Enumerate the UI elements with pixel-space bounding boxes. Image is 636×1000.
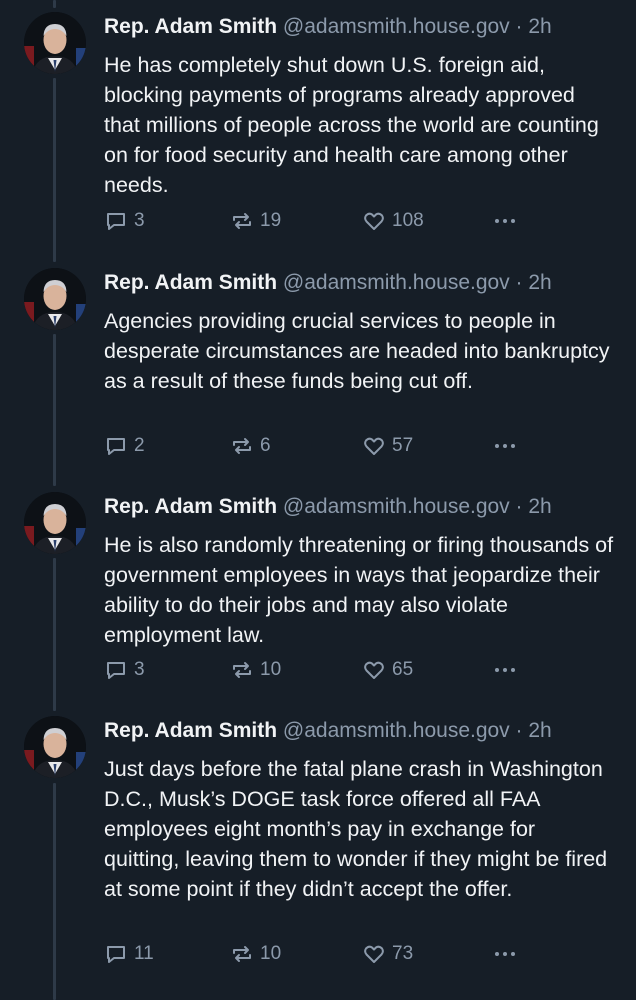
author-handle[interactable]: @adamsmith.house.gov — [283, 495, 510, 518]
avatar-portrait — [24, 492, 86, 554]
author-name[interactable]: Rep. Adam Smith — [104, 15, 277, 38]
reply-count: 3 — [134, 210, 145, 231]
repost-arrows-icon — [233, 662, 251, 678]
heart-icon — [364, 437, 384, 455]
ellipsis-icon — [495, 444, 515, 448]
like-count: 57 — [392, 435, 414, 456]
thread-line — [53, 0, 56, 8]
more-options-button[interactable] — [492, 940, 524, 968]
post[interactable]: Rep. Adam Smith @adamsmith.house.gov · 2… — [0, 492, 636, 702]
reply-button[interactable]: 3 — [104, 207, 145, 235]
reply-count: 11 — [134, 943, 154, 964]
post-actions: 3 10 65 — [104, 656, 524, 684]
reply-button[interactable]: 2 — [104, 432, 145, 460]
avatar[interactable] — [24, 492, 86, 554]
repost-count: 10 — [260, 943, 282, 964]
repost-arrows-icon — [233, 946, 251, 962]
avatar[interactable] — [24, 12, 86, 74]
author-name[interactable]: Rep. Adam Smith — [104, 495, 277, 518]
heart-icon — [364, 945, 384, 963]
post[interactable]: Rep. Adam Smith @adamsmith.house.gov · 2… — [0, 12, 636, 244]
more-options-button[interactable] — [492, 656, 524, 684]
repost-button[interactable]: 10 — [230, 656, 281, 684]
post-actions: 3 19 108 — [104, 207, 524, 235]
post-actions: 2 6 57 — [104, 432, 524, 460]
reply-button[interactable]: 3 — [104, 656, 145, 684]
post[interactable]: Rep. Adam Smith @adamsmith.house.gov · 2… — [0, 716, 636, 986]
like-count: 65 — [392, 659, 414, 680]
author-handle[interactable]: @adamsmith.house.gov — [283, 271, 510, 294]
heart-icon — [364, 661, 384, 679]
post-header: Rep. Adam Smith @adamsmith.house.gov · 2… — [104, 718, 552, 744]
repost-count: 6 — [260, 435, 271, 456]
author-handle[interactable]: @adamsmith.house.gov — [283, 15, 510, 38]
avatar[interactable] — [24, 716, 86, 778]
ellipsis-icon — [495, 668, 515, 672]
ellipsis-icon — [495, 219, 515, 223]
speech-bubble-icon — [107, 946, 125, 963]
post-actions: 11 10 73 — [104, 940, 524, 968]
post-text: He has completely shut down U.S. foreign… — [104, 53, 599, 197]
like-button[interactable]: 108 — [362, 207, 424, 235]
more-options-button[interactable] — [492, 207, 524, 235]
like-count: 73 — [392, 943, 414, 964]
separator-dot: · — [515, 719, 523, 742]
post-time[interactable]: 2h — [528, 495, 551, 518]
like-button[interactable]: 65 — [362, 656, 413, 684]
avatar-portrait — [24, 716, 86, 778]
repost-button[interactable]: 10 — [230, 940, 281, 968]
like-button[interactable]: 73 — [362, 940, 413, 968]
author-name[interactable]: Rep. Adam Smith — [104, 719, 277, 742]
post-time[interactable]: 2h — [528, 719, 551, 742]
speech-bubble-icon — [107, 213, 125, 230]
post[interactable]: Rep. Adam Smith @adamsmith.house.gov · 2… — [0, 268, 636, 478]
post-header: Rep. Adam Smith @adamsmith.house.gov · 2… — [104, 270, 552, 296]
speech-bubble-icon — [107, 438, 125, 455]
avatar[interactable] — [24, 268, 86, 330]
reply-button[interactable]: 11 — [104, 940, 154, 968]
post-header: Rep. Adam Smith @adamsmith.house.gov · 2… — [104, 494, 552, 520]
reply-count: 2 — [134, 435, 145, 456]
avatar-portrait — [24, 12, 86, 74]
post-text: He is also randomly threatening or firin… — [104, 533, 614, 647]
author-handle[interactable]: @adamsmith.house.gov — [283, 719, 510, 742]
reply-count: 3 — [134, 659, 145, 680]
separator-dot: · — [515, 15, 523, 38]
post-time[interactable]: 2h — [528, 271, 551, 294]
repost-button[interactable]: 6 — [230, 432, 271, 460]
repost-arrows-icon — [233, 213, 251, 229]
repost-count: 10 — [260, 659, 282, 680]
avatar-portrait — [24, 268, 86, 330]
more-options-button[interactable] — [492, 432, 524, 460]
post-header: Rep. Adam Smith @adamsmith.house.gov · 2… — [104, 14, 552, 40]
separator-dot: · — [515, 495, 523, 518]
repost-count: 19 — [260, 210, 282, 231]
separator-dot: · — [515, 271, 523, 294]
heart-icon — [364, 212, 384, 230]
author-name[interactable]: Rep. Adam Smith — [104, 271, 277, 294]
like-count: 108 — [392, 210, 424, 231]
like-button[interactable]: 57 — [362, 432, 413, 460]
repost-button[interactable]: 19 — [230, 207, 281, 235]
post-text: Agencies providing crucial services to p… — [104, 309, 610, 393]
speech-bubble-icon — [107, 662, 125, 679]
repost-arrows-icon — [233, 438, 251, 454]
ellipsis-icon — [495, 952, 515, 956]
post-time[interactable]: 2h — [528, 15, 551, 38]
post-text: Just days before the fatal plane crash i… — [104, 757, 608, 901]
